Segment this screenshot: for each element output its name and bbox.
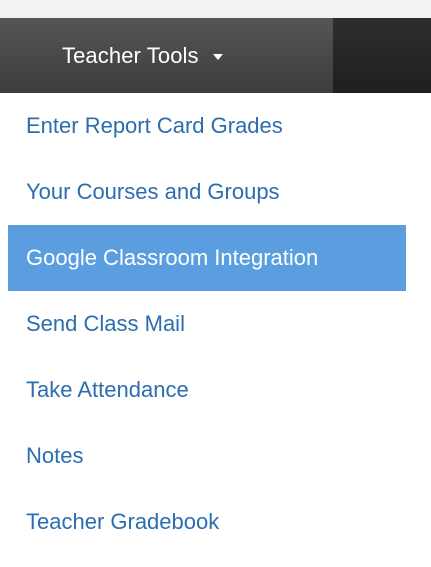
navbar: Teacher Tools <box>0 18 431 93</box>
teacher-tools-dropdown[interactable]: Teacher Tools <box>0 18 333 93</box>
menu-item-notes[interactable]: Notes <box>8 423 406 489</box>
menu-item-label: Your Courses and Groups <box>26 179 280 204</box>
menu-item-label: Enter Report Card Grades <box>26 113 283 138</box>
top-strip <box>0 0 431 18</box>
teacher-tools-menu: Enter Report Card Grades Your Courses an… <box>0 93 431 555</box>
menu-item-label: Teacher Gradebook <box>26 509 220 534</box>
menu-item-take-attendance[interactable]: Take Attendance <box>8 357 406 423</box>
navbar-empty-area <box>333 18 431 93</box>
menu-item-enter-report-card-grades[interactable]: Enter Report Card Grades <box>8 93 406 159</box>
menu-item-your-courses-and-groups[interactable]: Your Courses and Groups <box>8 159 406 225</box>
caret-down-icon <box>212 54 223 60</box>
teacher-tools-label: Teacher Tools <box>62 42 199 68</box>
menu-item-teacher-gradebook[interactable]: Teacher Gradebook <box>8 489 406 555</box>
menu-item-label: Google Classroom Integration <box>26 245 319 270</box>
menu-item-send-class-mail[interactable]: Send Class Mail <box>8 291 406 357</box>
menu-item-label: Notes <box>26 443 84 468</box>
menu-item-label: Send Class Mail <box>26 311 185 336</box>
menu-item-label: Take Attendance <box>26 377 189 402</box>
menu-item-google-classroom-integration[interactable]: Google Classroom Integration <box>8 225 406 291</box>
